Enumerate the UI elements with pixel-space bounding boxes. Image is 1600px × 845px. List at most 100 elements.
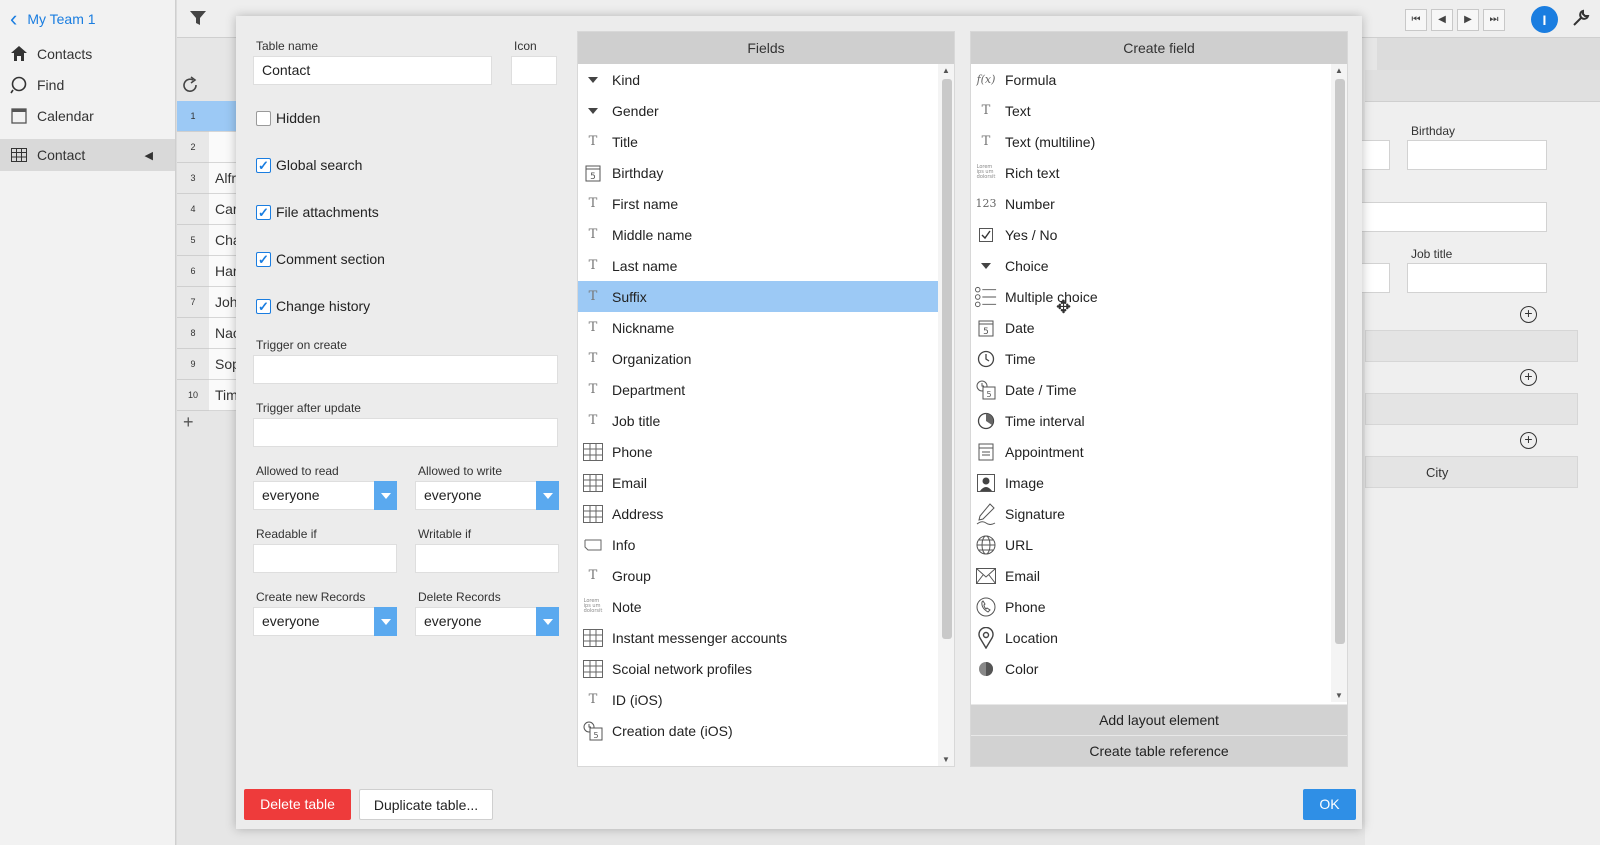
- refresh-icon[interactable]: [181, 76, 199, 97]
- collapse-triangle-icon[interactable]: ◀: [145, 149, 153, 162]
- list-item[interactable]: Lorem ips um dolorsit Note: [578, 591, 938, 622]
- list-item[interactable]: Image: [971, 467, 1331, 498]
- add-phone-button[interactable]: +: [1520, 306, 1537, 323]
- list-item[interactable]: T Title: [578, 126, 938, 157]
- birthday-input[interactable]: [1407, 140, 1547, 170]
- list-item[interactable]: Instant messenger accounts: [578, 622, 938, 653]
- readable-if-input[interactable]: [253, 544, 397, 573]
- list-item[interactable]: 123 Number: [971, 188, 1331, 219]
- sidebar-item-contact-table[interactable]: Contact ◀: [0, 139, 175, 171]
- list-item[interactable]: T Job title: [578, 405, 938, 436]
- writable-if-input[interactable]: [415, 544, 559, 573]
- list-item[interactable]: T Organization: [578, 343, 938, 374]
- next-record-icon[interactable]: ▶: [1457, 8, 1479, 31]
- fields-scroll-thumb[interactable]: [942, 79, 952, 639]
- list-item[interactable]: Multiple choice: [971, 281, 1331, 312]
- previous-record-icon[interactable]: ◀: [1431, 8, 1453, 31]
- comment-section-checkbox[interactable]: ✓: [256, 251, 271, 267]
- list-item[interactable]: Yes / No: [971, 219, 1331, 250]
- global-search-checkbox[interactable]: ✓: [256, 157, 271, 173]
- delete-table-button[interactable]: Delete table: [244, 789, 351, 820]
- create-table-reference-button[interactable]: Create table reference: [971, 735, 1347, 766]
- sidebar-item-calendar[interactable]: Calendar: [0, 100, 175, 131]
- sidebar-item-find[interactable]: Find: [0, 69, 175, 100]
- scroll-up-icon[interactable]: ▲: [1335, 66, 1343, 75]
- list-item[interactable]: Phone: [971, 591, 1331, 622]
- allowed-to-write-select[interactable]: everyone: [415, 481, 559, 510]
- sidebar-item-contacts[interactable]: Contacts: [0, 38, 175, 69]
- fields-scrollbar[interactable]: ▲ ▼: [938, 64, 954, 766]
- list-item[interactable]: Lorem ips um dolorsit Rich text: [971, 157, 1331, 188]
- list-item[interactable]: T Department: [578, 374, 938, 405]
- add-layout-element-button[interactable]: Add layout element: [971, 704, 1347, 735]
- comment-section-checkbox-row[interactable]: ✓ Comment section: [256, 251, 385, 267]
- first-record-icon[interactable]: ⏮: [1405, 8, 1427, 31]
- list-item[interactable]: f(x) Formula: [971, 64, 1331, 95]
- trigger-after-update-input[interactable]: [253, 418, 558, 447]
- scroll-up-icon[interactable]: ▲: [942, 66, 950, 75]
- scroll-down-icon[interactable]: ▼: [1335, 691, 1343, 700]
- wrench-icon[interactable]: [1572, 9, 1590, 30]
- list-item[interactable]: Location: [971, 622, 1331, 653]
- change-history-checkbox[interactable]: ✓: [256, 298, 271, 314]
- chevron-down-icon[interactable]: [536, 481, 559, 510]
- back-to-team-link[interactable]: ‹ My Team 1: [0, 0, 175, 38]
- chevron-down-icon[interactable]: [374, 607, 397, 636]
- list-item[interactable]: Address: [578, 498, 938, 529]
- list-item[interactable]: Signature: [971, 498, 1331, 529]
- list-item[interactable]: T Last name: [578, 250, 938, 281]
- list-item[interactable]: Phone: [578, 436, 938, 467]
- list-item[interactable]: Choice: [971, 250, 1331, 281]
- create-field-scroll-thumb[interactable]: [1335, 79, 1345, 644]
- list-item[interactable]: 5 Date / Time: [971, 374, 1331, 405]
- list-item[interactable]: T Middle name: [578, 219, 938, 250]
- list-item[interactable]: T Group: [578, 560, 938, 591]
- scroll-down-icon[interactable]: ▼: [942, 755, 950, 764]
- list-item[interactable]: Email: [578, 467, 938, 498]
- global-search-checkbox-row[interactable]: ✓ Global search: [256, 157, 362, 173]
- icon-picker[interactable]: [511, 56, 557, 85]
- filter-icon[interactable]: [189, 9, 207, 30]
- list-item[interactable]: 5 Birthday: [578, 157, 938, 188]
- delete-records-select[interactable]: everyone: [415, 607, 559, 636]
- list-item[interactable]: T Suffix: [578, 281, 938, 312]
- list-item[interactable]: 5 Date: [971, 312, 1331, 343]
- list-item[interactable]: Time interval: [971, 405, 1331, 436]
- list-item[interactable]: Gender: [578, 95, 938, 126]
- allowed-to-read-select[interactable]: everyone: [253, 481, 397, 510]
- add-email-button[interactable]: +: [1520, 369, 1537, 386]
- list-item[interactable]: Appointment: [971, 436, 1331, 467]
- create-field-scrollbar[interactable]: ▲ ▼: [1331, 64, 1347, 702]
- list-item[interactable]: Color: [971, 653, 1331, 684]
- trigger-on-create-input[interactable]: [253, 355, 558, 384]
- list-item[interactable]: T ID (iOS): [578, 684, 938, 715]
- list-item[interactable]: 5 Creation date (iOS): [578, 715, 938, 746]
- chevron-down-icon[interactable]: [536, 607, 559, 636]
- list-item[interactable]: Time: [971, 343, 1331, 374]
- add-address-button[interactable]: +: [1520, 432, 1537, 449]
- last-record-icon[interactable]: ⏭: [1483, 8, 1505, 31]
- file-attachments-checkbox[interactable]: ✓: [256, 204, 271, 220]
- hidden-checkbox[interactable]: [256, 110, 271, 126]
- list-item[interactable]: URL: [971, 529, 1331, 560]
- list-item[interactable]: Scoial network profiles: [578, 653, 938, 684]
- list-item[interactable]: Email: [971, 560, 1331, 591]
- list-item[interactable]: T Text: [971, 95, 1331, 126]
- list-item[interactable]: Kind: [578, 64, 938, 95]
- chevron-down-icon[interactable]: [374, 481, 397, 510]
- list-item[interactable]: T Nickname: [578, 312, 938, 343]
- avatar[interactable]: I: [1531, 6, 1558, 33]
- duplicate-table-button[interactable]: Duplicate table...: [359, 789, 493, 820]
- change-history-checkbox-row[interactable]: ✓ Change history: [256, 298, 370, 314]
- list-item[interactable]: T First name: [578, 188, 938, 219]
- file-attachments-checkbox-row[interactable]: ✓ File attachments: [256, 204, 379, 220]
- table-name-input[interactable]: Contact: [253, 56, 492, 85]
- create-new-records-select[interactable]: everyone: [253, 607, 397, 636]
- hidden-checkbox-row[interactable]: Hidden: [256, 110, 320, 126]
- job-title-input[interactable]: [1407, 263, 1547, 293]
- detail-wide-input[interactable]: [1335, 202, 1547, 232]
- ok-button[interactable]: OK: [1303, 789, 1356, 820]
- add-row-button[interactable]: +: [183, 412, 194, 433]
- list-item[interactable]: T Text (multiline): [971, 126, 1331, 157]
- list-item[interactable]: Info: [578, 529, 938, 560]
